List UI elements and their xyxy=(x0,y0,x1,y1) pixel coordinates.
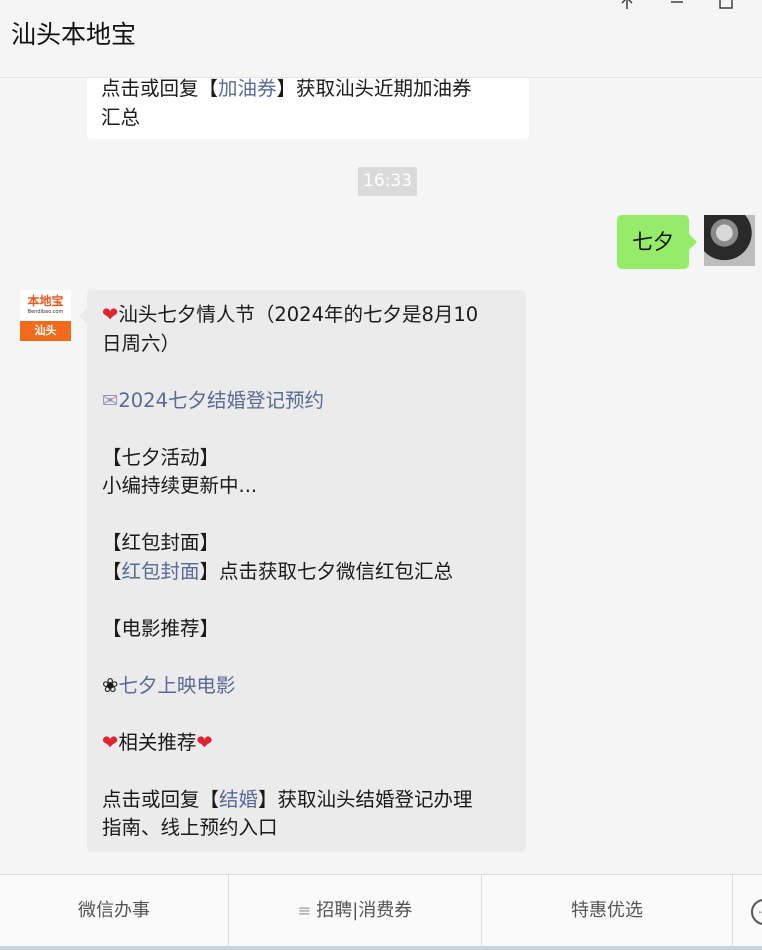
keyboard-toggle-icon[interactable]: ⋯ xyxy=(751,899,762,925)
menu-item-wechat-services[interactable]: 微信办事 xyxy=(0,875,229,945)
headline-line1: ❤汕头七夕情人节（2024年的七夕是8月10 xyxy=(102,303,479,326)
bottom-menu: 微信办事 ≡ 招聘|消费券 特惠优选 ⋯ xyxy=(0,874,762,950)
minimize-icon[interactable] xyxy=(669,0,685,14)
previous-message-line2: 汇总 xyxy=(101,105,141,129)
marriage-link[interactable]: 结婚 xyxy=(219,788,258,811)
chat-area[interactable]: 点击或回复【加油券】获取汕头近期加油券 汇总 16:33 七夕 本地宝 Bend… xyxy=(0,78,762,874)
activity-header: 【七夕活动】 xyxy=(102,445,220,469)
pin-icon[interactable] xyxy=(619,0,635,14)
previous-message-line1: 点击或回复【加油券】获取汕头近期加油券 xyxy=(101,78,472,100)
related-line: ❤相关推荐❤ xyxy=(102,730,213,754)
cover-line: 【红包封面】点击获取七夕微信红包汇总 xyxy=(102,559,454,583)
headline-line2: 日周六） xyxy=(102,331,181,355)
fuel-coupon-link[interactable]: 加油券 xyxy=(218,78,277,100)
cover-link[interactable]: 红包封面 xyxy=(122,560,200,583)
title-bar: 汕头本地宝 xyxy=(0,0,762,78)
logo-text: 本地宝 xyxy=(27,294,64,308)
flower-icon: ❀ xyxy=(102,673,119,697)
timestamp: 16:33 xyxy=(358,167,417,196)
register-line: ✉2024七夕结婚登记预约 xyxy=(102,387,526,416)
previous-message-bubble: 点击或回复【加油券】获取汕头近期加油券 汇总 xyxy=(87,78,529,139)
bot-avatar[interactable]: 本地宝 Bendibao.com 汕头 xyxy=(20,290,71,341)
logo-city: 汕头 xyxy=(20,321,71,341)
logo-subtext: Bendibao.com xyxy=(27,309,64,315)
cover-header: 【红包封面】 xyxy=(102,531,220,554)
maximize-icon[interactable] xyxy=(718,0,734,14)
register-link[interactable]: 2024七夕结婚登记预约 xyxy=(118,389,324,412)
heart-icon: ❤ xyxy=(102,730,119,754)
sent-message-bubble: 七夕 xyxy=(617,215,697,269)
activity-text: 小编持续更新中... xyxy=(102,474,258,497)
heart-icon: ❤ xyxy=(102,303,119,326)
chat-title: 汕头本地宝 xyxy=(11,20,137,49)
reply-message-bubble: ❤汕头七夕情人节（2024年的七夕是8月10 日周六） ✉2024七夕结婚登记预… xyxy=(79,290,526,852)
marriage-line2: 指南、线上预约入口 xyxy=(102,816,278,839)
movie-line: ❀七夕上映电影 xyxy=(102,672,526,701)
movie-link[interactable]: 七夕上映电影 xyxy=(118,674,235,697)
envelope-icon: ✉ xyxy=(102,388,119,412)
menu-item-jobs-coupons[interactable]: ≡ 招聘|消费券 xyxy=(229,875,482,945)
menu-item-deals[interactable]: 特惠优选 xyxy=(482,875,733,945)
bottom-strip xyxy=(0,946,762,950)
user-avatar[interactable] xyxy=(704,215,755,266)
movie-header: 【电影推荐】 xyxy=(102,616,220,640)
submenu-icon: ≡ xyxy=(297,901,317,920)
heart-icon: ❤ xyxy=(196,730,213,754)
marriage-line1: 点击或回复【结婚】获取汕头结婚登记办理 xyxy=(102,787,473,811)
